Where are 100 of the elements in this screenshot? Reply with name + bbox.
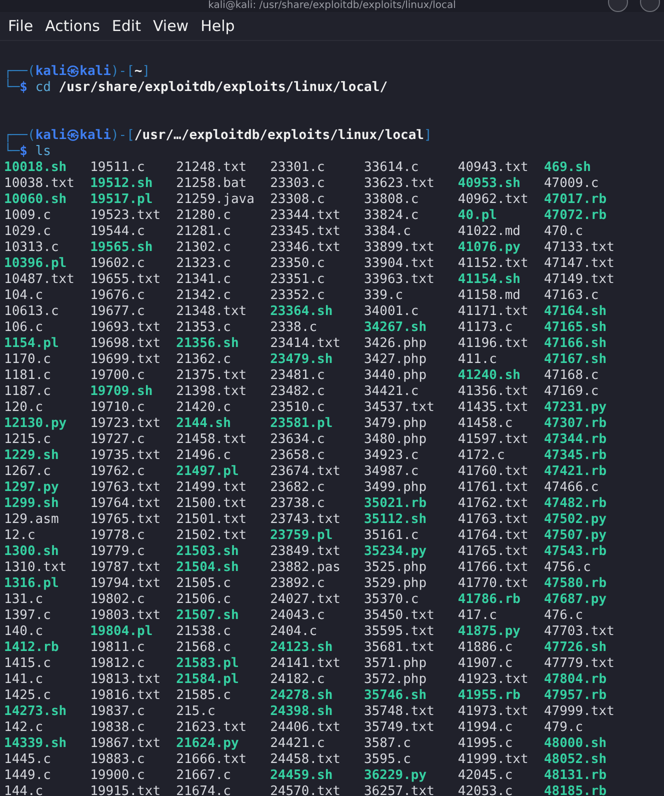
file-name: 23849.txt xyxy=(270,544,342,560)
file-name: 19837.c xyxy=(90,704,146,720)
file-name: 47009.c xyxy=(544,176,600,192)
file-name: 10613.c xyxy=(4,304,60,320)
file-name: 1412.rb xyxy=(4,640,60,656)
file-name: 19763.txt xyxy=(90,480,162,496)
file-name: 24278.sh xyxy=(270,688,334,704)
file-name: 3479.php xyxy=(364,416,428,432)
file-name: 47149.txt xyxy=(544,272,616,288)
file-name: 36229.py xyxy=(364,768,428,784)
file-name: 35021.rb xyxy=(364,496,428,512)
command-line: └─$ cd /usr/share/exploitdb/exploits/linux/local/ xyxy=(4,80,389,96)
file-name: 141.c xyxy=(4,672,44,688)
file-name: 23658.c xyxy=(270,448,326,464)
file-name: 19811.c xyxy=(90,640,146,656)
file-name: 47687.py xyxy=(544,592,608,608)
file-name: 41458.c xyxy=(458,416,514,432)
file-name: 21458.txt xyxy=(176,432,248,448)
file-name: 41763.txt xyxy=(458,512,530,528)
file-name: 23743.txt xyxy=(270,512,342,528)
file-name: 19565.sh xyxy=(90,240,154,256)
file-name: 24027.txt xyxy=(270,592,342,608)
file-name: 41994.c xyxy=(458,720,514,736)
file-name: 1267.c xyxy=(4,464,52,480)
file-name: 33808.c xyxy=(364,192,420,208)
file-name: 19511.c xyxy=(90,160,146,176)
file-name: 23674.txt xyxy=(270,464,342,480)
file-name: 3426.php xyxy=(364,336,428,352)
file-name: 3427.php xyxy=(364,352,428,368)
file-name: 23346.txt xyxy=(270,240,342,256)
menu-item[interactable]: Actions xyxy=(45,17,100,35)
file-name: 41766.txt xyxy=(458,560,530,576)
file-name: 41597.txt xyxy=(458,432,530,448)
file-name: 19676.c xyxy=(90,288,146,304)
file-name: 23482.c xyxy=(270,384,326,400)
file-name: 41923.txt xyxy=(458,672,530,688)
file-name: 24570.txt xyxy=(270,784,342,796)
file-name: 215.c xyxy=(176,704,216,720)
file-name: 33963.txt xyxy=(364,272,436,288)
file-name: 35161.c xyxy=(364,528,420,544)
file-name: 24406.txt xyxy=(270,720,342,736)
file-name: 41995.c xyxy=(458,736,514,752)
menu-item[interactable]: Help xyxy=(200,17,235,35)
file-name: 48185.rb xyxy=(544,784,608,796)
file-name: 469.sh xyxy=(544,160,592,176)
file-name: 19778.c xyxy=(90,528,146,544)
file-name: 21507.sh xyxy=(176,608,240,624)
file-name: 47999.txt xyxy=(544,704,616,720)
file-name: 47502.py xyxy=(544,512,608,528)
file-name: 10487.txt xyxy=(4,272,76,288)
file-name: 417.c xyxy=(458,608,498,624)
file-name: 23345.txt xyxy=(270,224,342,240)
file-name: 10060.sh xyxy=(4,192,68,208)
file-name: 3525.php xyxy=(364,560,428,576)
file-name: 19794.txt xyxy=(90,576,162,592)
file-name: 3480.php xyxy=(364,432,428,448)
file-name: 1415.c xyxy=(4,656,52,672)
file-name: 21362.c xyxy=(176,352,232,368)
file-name: 35748.txt xyxy=(364,704,436,720)
file-name: 21501.txt xyxy=(176,512,248,528)
menu-item[interactable]: View xyxy=(152,17,189,35)
file-name: 1009.c xyxy=(4,208,52,224)
file-name: 36257.txt xyxy=(364,784,436,796)
file-name: 19699.txt xyxy=(90,352,162,368)
file-name: 47507.py xyxy=(544,528,608,544)
file-name: 24123.sh xyxy=(270,640,334,656)
file-name: 23479.sh xyxy=(270,352,334,368)
file-name: 19838.c xyxy=(90,720,146,736)
file-name: 23882.pas xyxy=(270,560,342,576)
file-name: 41770.txt xyxy=(458,576,530,592)
file-name: 14339.sh xyxy=(4,736,68,752)
file-name: 1316.pl xyxy=(4,576,60,592)
file-name: 33614.c xyxy=(364,160,420,176)
file-name: 47164.sh xyxy=(544,304,608,320)
file-name: 47726.sh xyxy=(544,640,608,656)
file-name: 19883.c xyxy=(90,752,146,768)
file-name: 47169.c xyxy=(544,384,600,400)
file-name: 19735.txt xyxy=(90,448,162,464)
file-name: 21356.sh xyxy=(176,336,240,352)
file-name: 131.c xyxy=(4,592,44,608)
menu-item[interactable]: Edit xyxy=(112,17,141,35)
menu-item[interactable]: File xyxy=(8,17,34,35)
file-name: 1154.pl xyxy=(4,336,60,352)
file-name: 23682.c xyxy=(270,480,326,496)
file-name: 1297.py xyxy=(4,480,60,496)
file-name: 41171.txt xyxy=(458,304,530,320)
file-name: 41240.sh xyxy=(458,368,522,384)
prompt-line: ┌──(kali㉿kali)-[/usr/…/exploitdb/exploits/linux/local] xyxy=(4,128,433,143)
file-name: 47804.rb xyxy=(544,672,608,688)
file-name: 23759.pl xyxy=(270,528,334,544)
window-title: kali@kali: /usr/share/exploitdb/exploits/linux/local xyxy=(208,0,456,12)
file-name: 19867.txt xyxy=(90,736,162,752)
file-name: 23581.pl xyxy=(270,416,334,432)
file-name: 19512.sh xyxy=(90,176,154,192)
file-name: 1029.c xyxy=(4,224,52,240)
file-name: 34001.c xyxy=(364,304,420,320)
file-name: 1299.sh xyxy=(4,496,60,512)
file-name: 21323.c xyxy=(176,256,232,272)
file-name: 21585.c xyxy=(176,688,232,704)
file-name: 19517.pl xyxy=(90,192,154,208)
